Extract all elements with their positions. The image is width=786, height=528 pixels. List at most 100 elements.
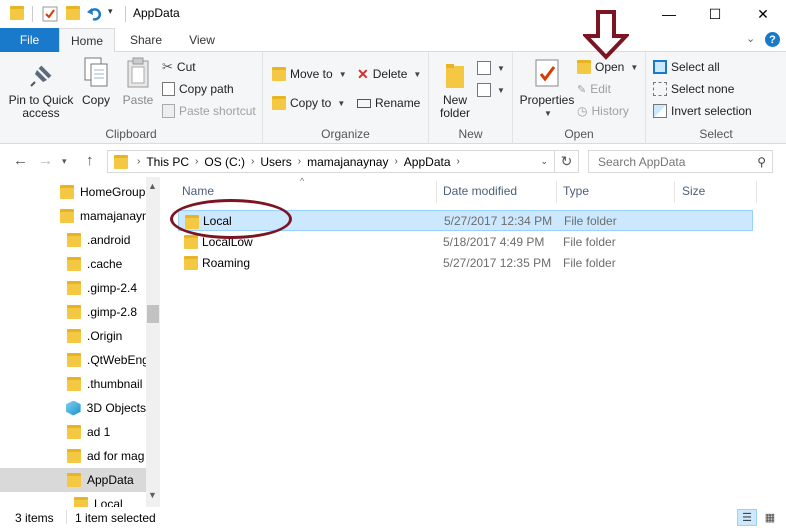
scrollbar-thumb[interactable]	[147, 305, 159, 323]
new-folder-button[interactable]: New folder	[435, 56, 475, 120]
customize-toolbar-chevron-icon[interactable]: ▾	[108, 6, 124, 22]
folder-icon	[184, 235, 198, 249]
properties-check-icon[interactable]	[42, 6, 58, 22]
column-divider[interactable]	[756, 181, 757, 203]
column-header-name[interactable]: Name	[182, 184, 214, 198]
nav-item-local[interactable]: Local	[0, 492, 146, 507]
help-icon[interactable]: ?	[765, 32, 780, 47]
new-folder-icon[interactable]	[66, 6, 82, 22]
nav-item-3d-objects[interactable]: 3D Objects	[0, 396, 146, 420]
cut-button[interactable]: ✂ Cut	[162, 57, 196, 77]
recent-locations-chevron-icon[interactable]: ▾	[62, 156, 67, 167]
nav-item-label: HomeGroup	[80, 185, 146, 199]
search-input[interactable]: Search AppData ⚲	[588, 150, 773, 173]
select-all-label: Select all	[671, 60, 720, 74]
folder-icon	[67, 473, 81, 487]
search-placeholder: Search AppData	[598, 154, 686, 169]
details-view-icon[interactable]: ☰	[737, 509, 757, 526]
edit-button[interactable]: ✎ Edit	[577, 79, 611, 99]
column-header-date-modified[interactable]: Date modified	[443, 184, 517, 198]
copy-to-folder-icon	[272, 96, 286, 110]
address-bar[interactable]: › This PC › OS (C:) › Users › mamajanayn…	[107, 150, 555, 173]
tab-view[interactable]: View	[176, 28, 228, 52]
undo-icon[interactable]	[87, 6, 103, 22]
folder-icon	[67, 233, 81, 247]
nav-item-android[interactable]: .android	[0, 228, 146, 252]
tab-home[interactable]: Home	[59, 28, 115, 53]
new-item-button[interactable]: ▼	[477, 58, 505, 78]
up-arrow-icon[interactable]: ↑	[86, 152, 94, 169]
pin-to-quick-access-button[interactable]: Pin to Quick access	[6, 56, 76, 120]
move-to-button[interactable]: Move to ▼	[272, 64, 347, 84]
select-all-button[interactable]: Select all	[653, 57, 720, 77]
easy-access-button[interactable]: ▼	[477, 80, 505, 100]
breadcrumb-users[interactable]: Users	[260, 155, 291, 169]
column-divider[interactable]	[674, 181, 675, 203]
invert-selection-button[interactable]: Invert selection	[653, 101, 752, 121]
open-group-label: Open	[564, 127, 594, 141]
rename-label: Rename	[375, 96, 421, 110]
forward-arrow-icon[interactable]: →	[38, 152, 53, 169]
user-folder-icon	[60, 209, 74, 223]
chevron-down-icon: ▼	[338, 69, 347, 79]
address-history-chevron-icon[interactable]: ⌄	[540, 156, 548, 167]
nav-item-gimp-24[interactable]: .gimp-2.4	[0, 276, 146, 300]
column-divider[interactable]	[436, 181, 437, 203]
move-to-folder-icon	[272, 67, 286, 81]
nav-item-appdata[interactable]: AppData	[0, 468, 146, 492]
copy-button[interactable]: Copy	[78, 56, 114, 107]
file-date: 5/18/2017 4:49 PM	[443, 234, 545, 249]
open-button[interactable]: Open ▼	[577, 57, 638, 77]
paste-shortcut-button[interactable]: Paste shortcut	[162, 101, 256, 121]
copy-to-button[interactable]: Copy to ▼	[272, 93, 345, 113]
close-button[interactable]: ✕	[740, 0, 786, 28]
back-arrow-icon[interactable]: ←	[13, 152, 28, 169]
select-none-button[interactable]: Select none	[653, 79, 734, 99]
tab-share[interactable]: Share	[120, 28, 172, 52]
new-group: New folder ▼ ▼ New	[429, 52, 513, 144]
nav-item-mamajanaynay[interactable]: mamajanaynay	[0, 204, 146, 228]
paste-shortcut-icon	[162, 104, 175, 118]
file-type: File folder	[564, 213, 617, 228]
maximize-button[interactable]: ☐	[692, 0, 738, 28]
nav-item-ad-1[interactable]: ad 1	[0, 420, 146, 444]
refresh-icon[interactable]: ↻	[555, 150, 579, 173]
3d-objects-icon	[66, 400, 81, 416]
collapse-ribbon-icon[interactable]: ⌄	[746, 32, 755, 45]
minimize-button[interactable]: —	[646, 0, 692, 28]
select-none-label: Select none	[671, 82, 735, 96]
large-icons-view-icon[interactable]: ▦	[760, 509, 780, 526]
breadcrumb-this-pc[interactable]: This PC	[146, 155, 189, 169]
properties-button[interactable]: Properties ▼	[517, 56, 577, 120]
scroll-down-icon[interactable]: ▼	[148, 490, 157, 500]
nav-item-label: Local	[94, 497, 123, 507]
column-header-size[interactable]: Size	[682, 184, 705, 198]
file-row-roaming[interactable]: Roaming 5/27/2017 12:35 PM File folder	[178, 252, 753, 273]
scroll-up-icon[interactable]: ▲	[148, 181, 157, 191]
tab-file[interactable]: File	[0, 28, 59, 52]
nav-item-gimp-28[interactable]: .gimp-2.8	[0, 300, 146, 324]
history-button[interactable]: ◷ History	[577, 101, 629, 121]
rename-button[interactable]: Rename	[357, 93, 420, 113]
ribbon: Pin to Quick access Copy Paste ✂ Cut Cop…	[0, 52, 786, 144]
copy-path-button[interactable]: Copy path	[162, 79, 234, 99]
nav-item-qtwebeng[interactable]: .QtWebEng	[0, 348, 146, 372]
nav-item-homegroup[interactable]: HomeGroup	[0, 180, 146, 204]
paste-button[interactable]: Paste	[118, 56, 158, 107]
column-header-type[interactable]: Type	[563, 184, 589, 198]
column-divider[interactable]	[556, 181, 557, 203]
delete-button[interactable]: ✕ Delete ▼	[357, 64, 421, 84]
breadcrumb-appdata[interactable]: AppData	[404, 155, 451, 169]
new-folder-icon	[443, 60, 467, 90]
copy-path-icon	[162, 82, 175, 96]
nav-item-ad-for-mag[interactable]: ad for mag	[0, 444, 146, 468]
folder-icon	[74, 497, 88, 507]
nav-item-origin[interactable]: .Origin	[0, 324, 146, 348]
nav-item-cache[interactable]: .cache	[0, 252, 146, 276]
select-group-label: Select	[699, 127, 733, 141]
breadcrumb-user[interactable]: mamajanaynay	[307, 155, 388, 169]
nav-pane-scrollbar[interactable]: ▲ ▼	[146, 177, 160, 507]
nav-item-thumbnail[interactable]: .thumbnail	[0, 372, 146, 396]
annotation-oval	[170, 199, 292, 239]
breadcrumb-os-c[interactable]: OS (C:)	[204, 155, 245, 169]
